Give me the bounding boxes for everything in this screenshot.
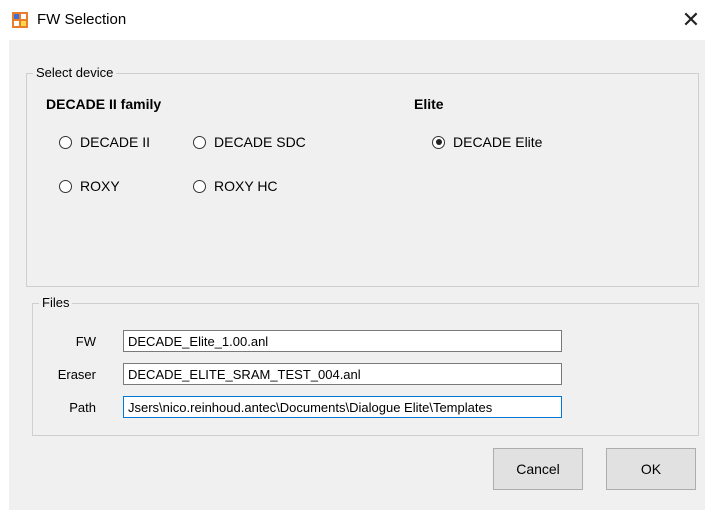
fw-field[interactable] <box>123 330 562 352</box>
radio-label: ROXY HC <box>214 178 278 194</box>
fw-label: FW <box>75 334 96 349</box>
radio-decade-sdc[interactable]: DECADE SDC <box>193 134 306 150</box>
files-legend: Files <box>39 295 73 310</box>
path-label: Path <box>69 400 96 415</box>
title-bar: FW Selection ✕ <box>0 0 714 40</box>
radio-indicator <box>193 179 206 193</box>
close-button[interactable]: ✕ <box>668 0 714 40</box>
ok-button[interactable]: OK <box>606 448 696 490</box>
dialog-client-area: Select device DECADE II family Elite DEC… <box>9 40 705 510</box>
radio-roxy-hc[interactable]: ROXY HC <box>193 178 278 194</box>
radio-decade-elite[interactable]: DECADE Elite <box>432 134 542 150</box>
radio-indicator <box>59 135 72 149</box>
decade-ii-family-heading: DECADE II family <box>46 96 162 112</box>
select-device-legend: Select device <box>33 65 117 80</box>
radio-label: ROXY <box>80 178 120 194</box>
files-group: Files FW Eraser Path <box>32 295 699 436</box>
cancel-button[interactable]: Cancel <box>493 448 583 490</box>
radio-label: DECADE SDC <box>214 134 306 150</box>
radio-roxy[interactable]: ROXY <box>59 178 120 194</box>
select-device-group: Select device DECADE II family Elite DEC… <box>26 65 699 287</box>
close-icon: ✕ <box>681 7 701 32</box>
radio-label: DECADE Elite <box>453 134 543 150</box>
path-field[interactable] <box>123 396 562 418</box>
eraser-label: Eraser <box>57 367 96 382</box>
window-title: FW Selection <box>37 11 127 28</box>
radio-label: DECADE II <box>80 134 151 150</box>
eraser-field[interactable] <box>123 363 562 385</box>
radio-indicator <box>59 179 72 193</box>
elite-heading: Elite <box>414 96 444 112</box>
radio-indicator <box>193 135 206 149</box>
radio-decade-ii[interactable]: DECADE II <box>59 134 150 150</box>
form-window-icon <box>12 12 28 28</box>
radio-indicator-checked <box>432 135 445 149</box>
